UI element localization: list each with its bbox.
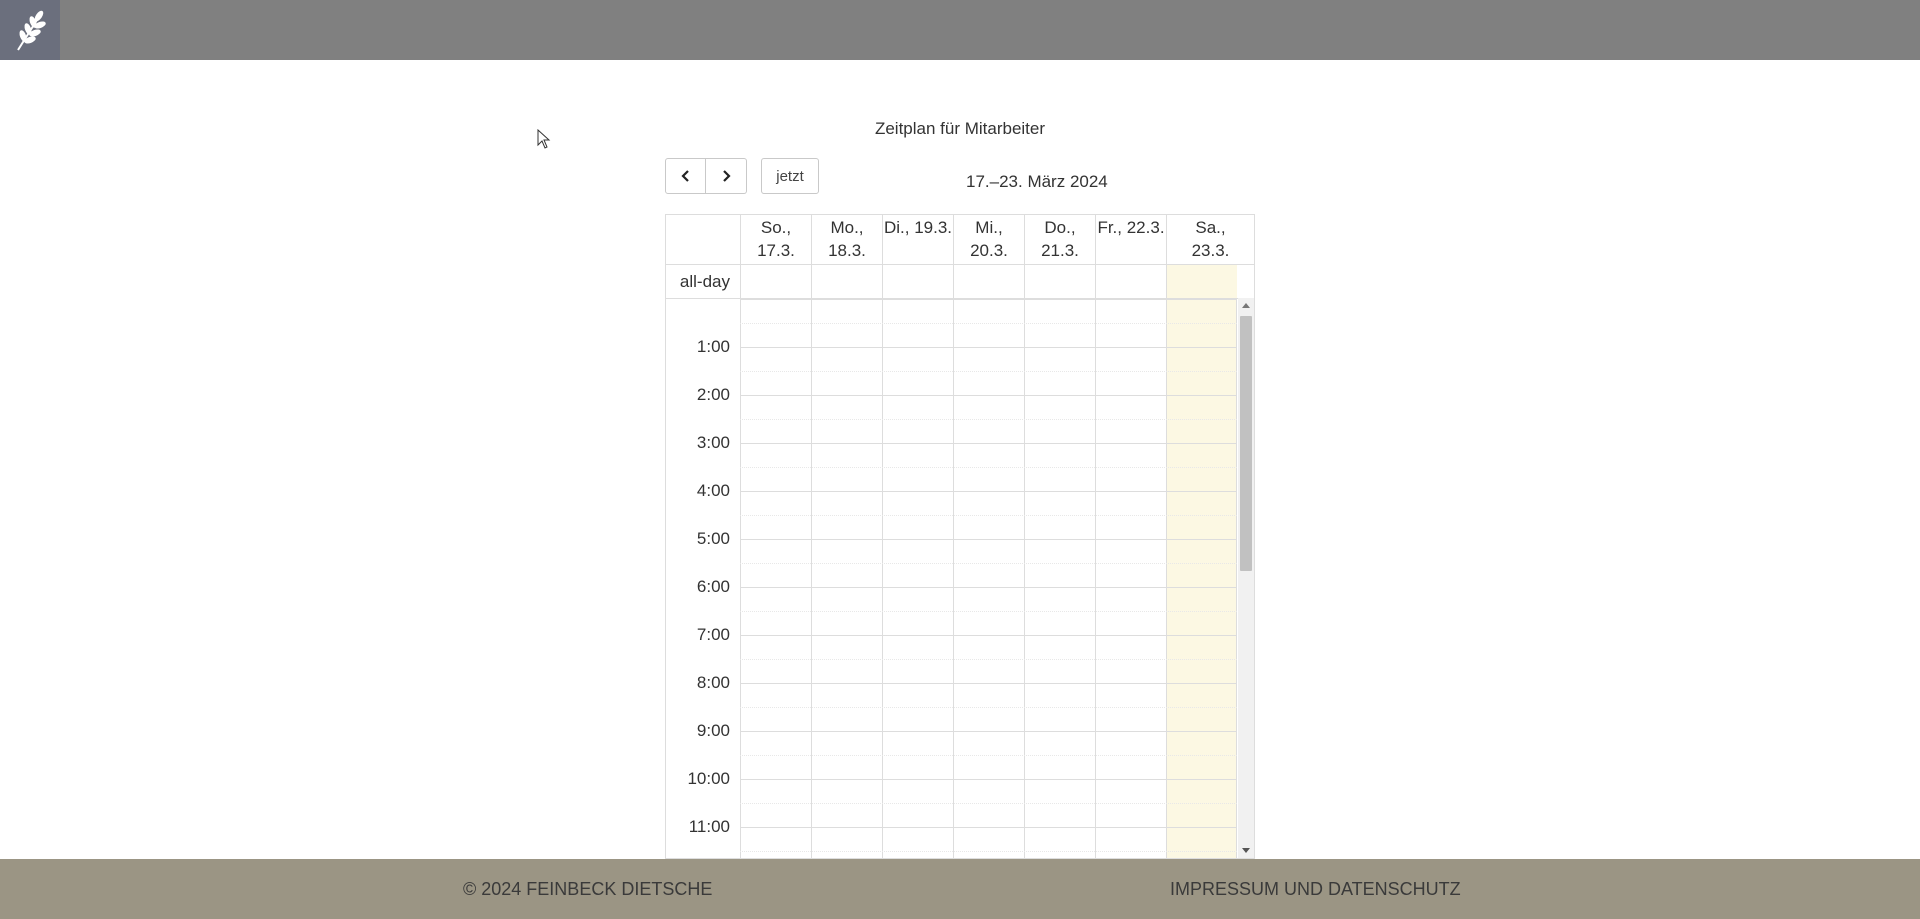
time-slot-line: [740, 731, 1237, 732]
time-axis-label: 7:00: [696, 625, 730, 644]
allday-cell[interactable]: [1024, 265, 1095, 298]
allday-cell[interactable]: [1095, 265, 1166, 298]
time-grid[interactable]: 1:00 2:00 3:00 4:00 5:00 6:00 7:00 8:00 9:00 10:0…: [666, 299, 1254, 858]
day-column-today[interactable]: [1166, 299, 1237, 858]
chevron-left-icon: [680, 170, 689, 182]
header-day: Fr., 22.3.: [1095, 215, 1166, 264]
header-day: So., 17.3.: [740, 215, 811, 264]
time-slot-line: [740, 395, 1237, 396]
top-navbar: [0, 0, 1920, 60]
scroll-down-arrow-icon[interactable]: [1238, 844, 1254, 858]
day-column[interactable]: [811, 299, 882, 858]
header-day: Do., 21.3.: [1024, 215, 1095, 264]
day-column[interactable]: [740, 299, 811, 858]
time-slot-line: [740, 539, 1237, 540]
scroll-thumb[interactable]: [1240, 316, 1252, 571]
time-slot-line: [740, 299, 1237, 300]
footer-imprint-link[interactable]: IMPRESSUM UND DATENSCHUTZ: [1170, 879, 1461, 900]
time-slot-line: [740, 467, 1237, 468]
mouse-cursor-icon: [537, 128, 551, 154]
day-column[interactable]: [1024, 299, 1095, 858]
allday-row: all-day: [666, 265, 1254, 299]
allday-cell[interactable]: [740, 265, 811, 298]
logo[interactable]: [0, 0, 60, 60]
time-axis-label: 11:00: [688, 817, 730, 836]
footer-copyright: © 2024 FEINBECK DIETSCHE: [463, 879, 713, 899]
time-slot-line: [740, 515, 1237, 516]
day-column[interactable]: [1095, 299, 1166, 858]
time-slot-line: [740, 419, 1237, 420]
time-slot-line: [740, 323, 1237, 324]
calendar-scrollbar[interactable]: [1238, 298, 1254, 858]
header-day: Sa., 23.3.: [1166, 215, 1254, 264]
time-slot-line: [740, 347, 1237, 348]
time-axis: 1:00 2:00 3:00 4:00 5:00 6:00 7:00 8:00 9:00 10:0…: [666, 299, 740, 858]
allday-label: all-day: [679, 272, 730, 291]
time-axis-label: 6:00: [696, 577, 730, 596]
time-slot-line: [740, 635, 1237, 636]
time-slot-line: [740, 683, 1237, 684]
week-calendar: So., 17.3. Mo., 18.3. Di., 19.3. Mi., 20.3…: [665, 214, 1255, 859]
date-range-title: 17.–23. März 2024: [966, 172, 1108, 191]
day-column[interactable]: [882, 299, 953, 858]
calendar-nav-group: [665, 158, 747, 194]
time-slot-line: [740, 563, 1237, 564]
today-button[interactable]: jetzt: [761, 158, 819, 194]
time-slot-line: [740, 707, 1237, 708]
time-axis-label: 10:00: [687, 769, 730, 788]
allday-cell-today[interactable]: [1166, 265, 1237, 298]
allday-cell[interactable]: [882, 265, 953, 298]
time-slot-line: [740, 755, 1237, 756]
allday-cell[interactable]: [953, 265, 1024, 298]
calendar-header-row: So., 17.3. Mo., 18.3. Di., 19.3. Mi., 20.3…: [666, 215, 1254, 265]
time-axis-label: 4:00: [696, 481, 730, 500]
time-slot-line: [740, 827, 1237, 828]
time-slot-line: [740, 371, 1237, 372]
time-slot-line: [740, 851, 1237, 852]
time-slot-line: [740, 803, 1237, 804]
header-day: Di., 19.3.: [882, 215, 953, 264]
header-day: Mi., 20.3.: [953, 215, 1024, 264]
day-column[interactable]: [953, 299, 1024, 858]
header-axis-cell: [666, 215, 740, 264]
time-axis-label: 9:00: [696, 721, 730, 740]
time-slot-line: [740, 611, 1237, 612]
wheat-icon: [17, 10, 46, 51]
time-axis-label: 3:00: [696, 433, 730, 452]
next-week-button[interactable]: [706, 158, 747, 194]
time-slot-line: [740, 779, 1237, 780]
time-slot-line: [740, 443, 1237, 444]
time-axis-label: 5:00: [696, 529, 730, 548]
time-axis-label: 8:00: [696, 673, 730, 692]
page-title: Zeitplan für Mitarbeiter: [874, 119, 1046, 138]
scroll-up-arrow-icon[interactable]: [1238, 298, 1254, 312]
allday-cell[interactable]: [811, 265, 882, 298]
footer: © 2024 FEINBECK DIETSCHE IMPRESSUM UND D…: [0, 859, 1920, 919]
time-axis-label: 1:00: [696, 337, 730, 356]
time-slot-line: [740, 659, 1237, 660]
time-slot-line: [740, 491, 1237, 492]
time-axis-label: 2:00: [696, 385, 730, 404]
header-day: Mo., 18.3.: [811, 215, 882, 264]
time-slot-line: [740, 587, 1237, 588]
prev-week-button[interactable]: [665, 158, 706, 194]
chevron-right-icon: [723, 170, 731, 182]
